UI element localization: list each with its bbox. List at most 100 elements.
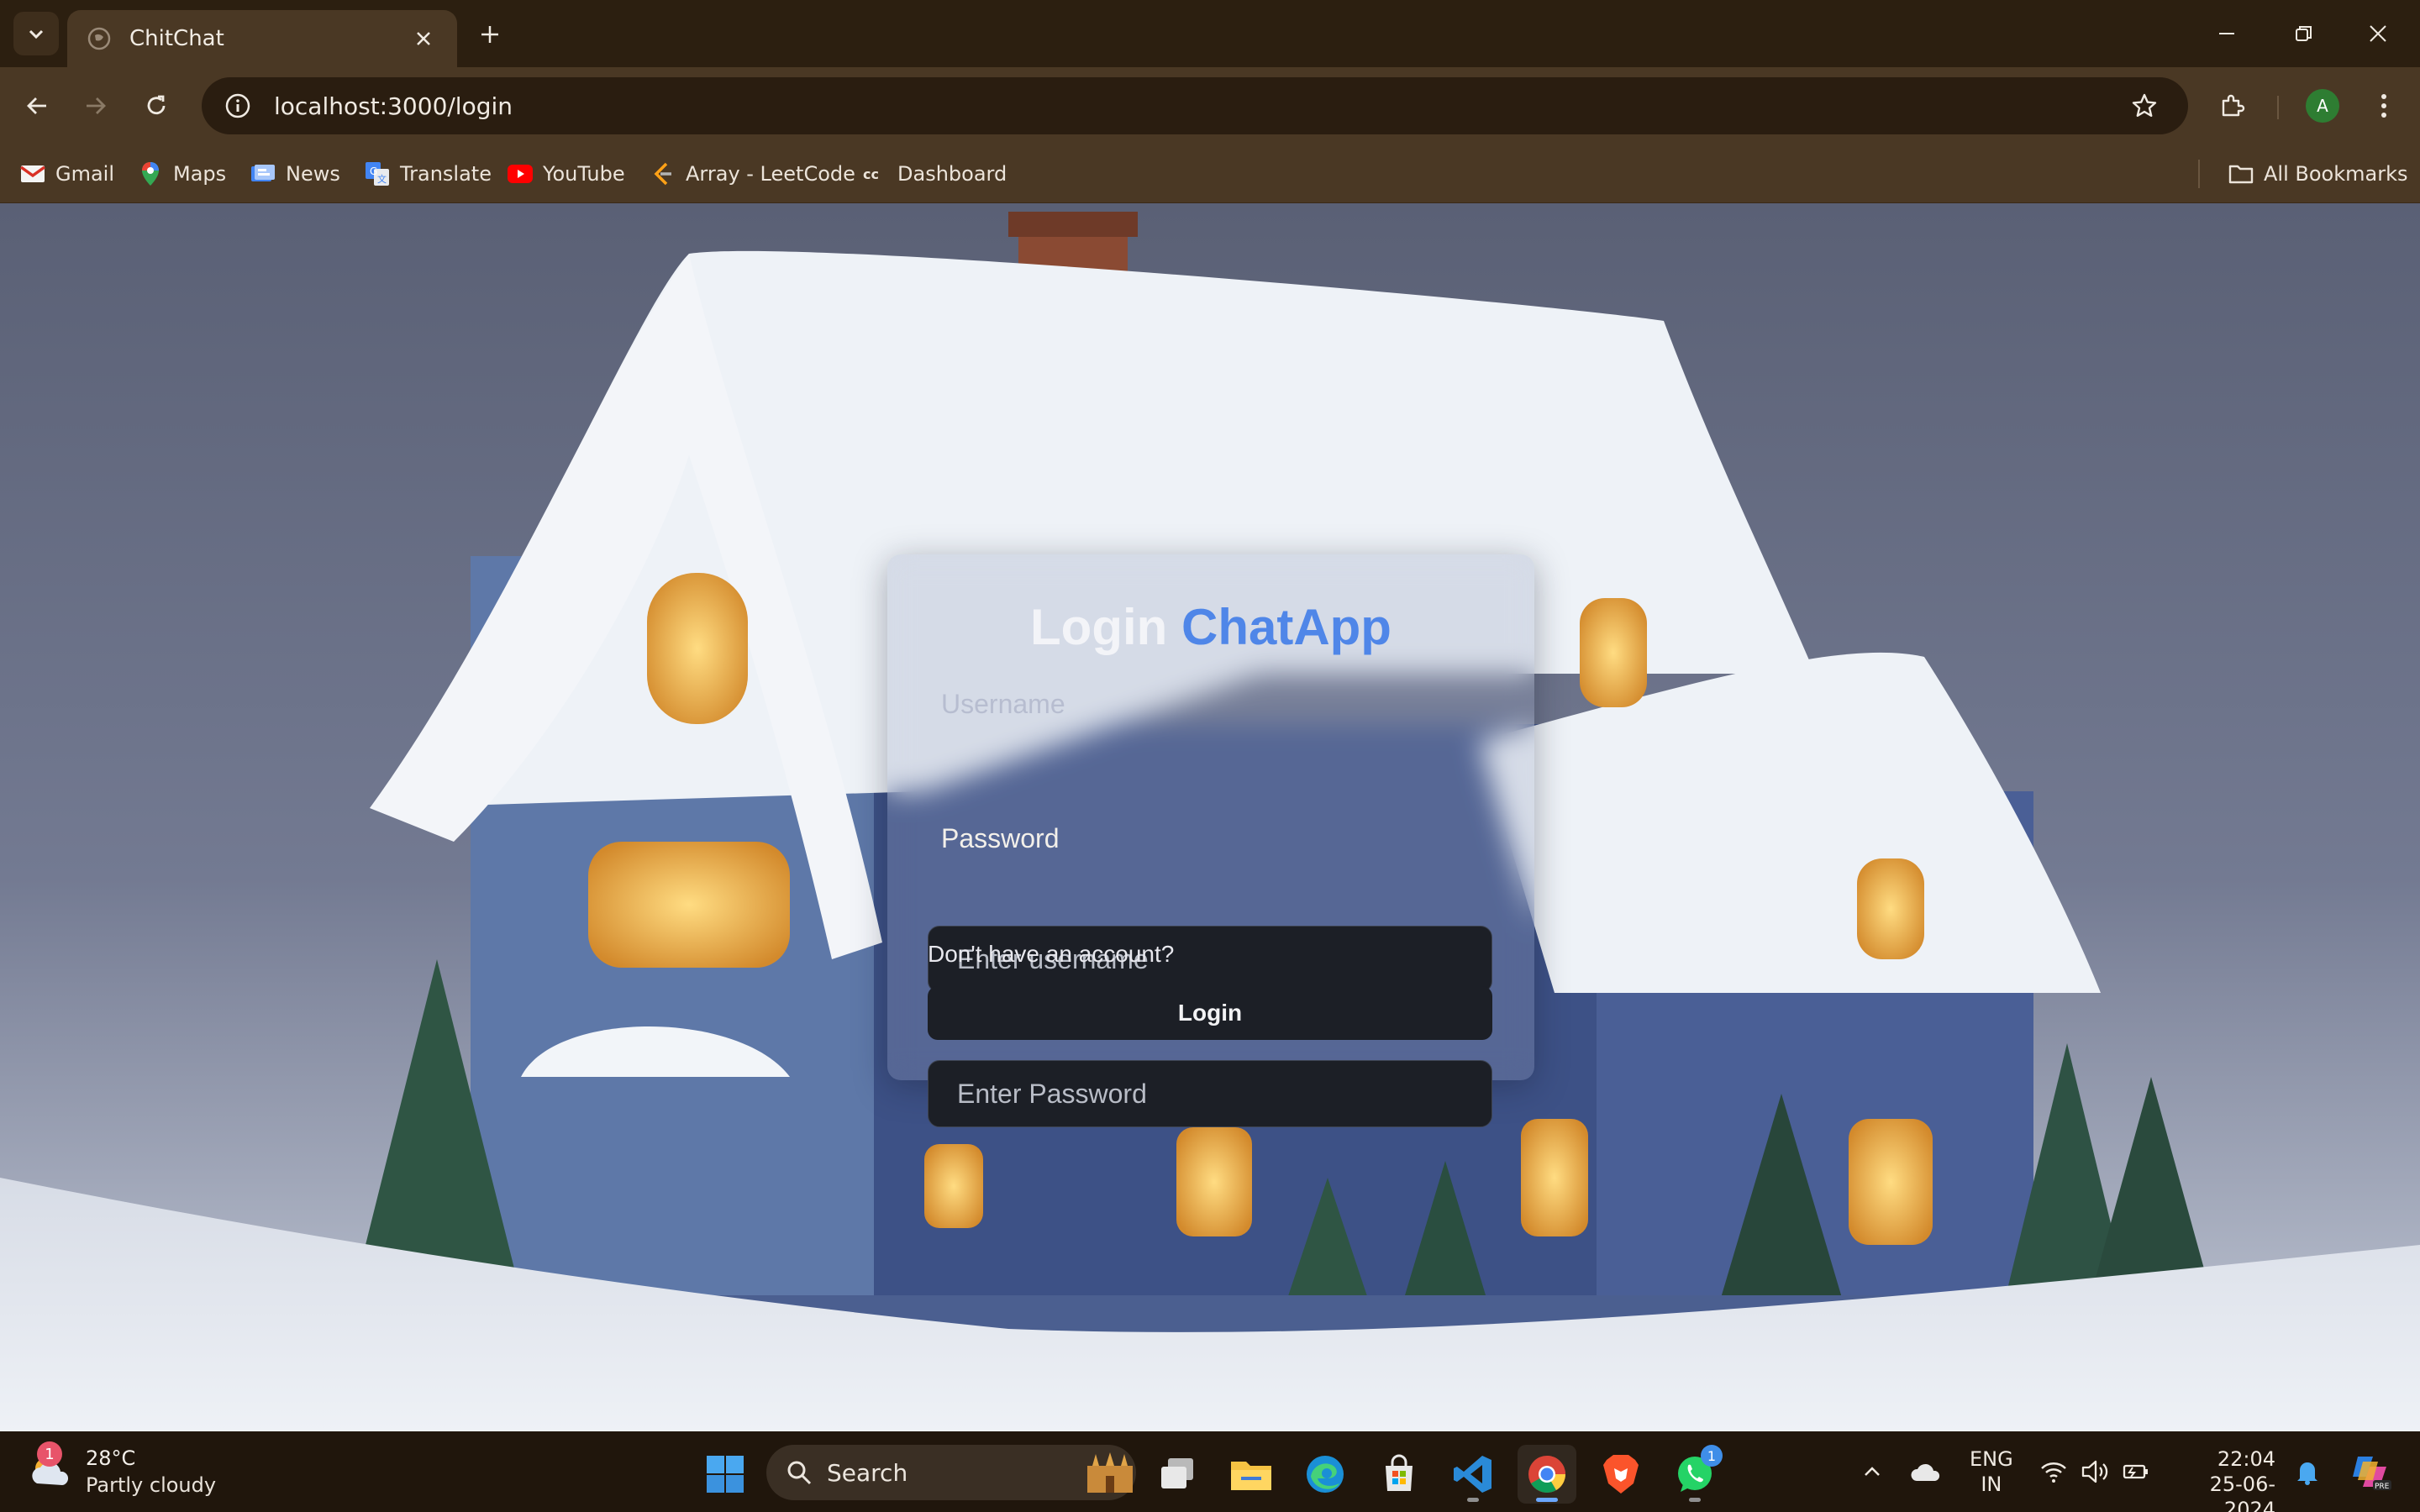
password-label: Password xyxy=(941,823,1060,853)
bookmark-label: Dashboard xyxy=(897,162,1007,186)
gmail-icon xyxy=(20,161,45,186)
bookmark-maps[interactable]: Maps xyxy=(131,155,233,193)
minimize-icon xyxy=(2219,33,2234,34)
close-icon xyxy=(2370,25,2386,42)
restore-button[interactable] xyxy=(2279,12,2329,55)
close-icon xyxy=(417,32,430,45)
svg-text:cc: cc xyxy=(863,166,879,182)
chevron-down-icon xyxy=(29,29,44,39)
copilot-button[interactable]: PRE xyxy=(2346,1453,2396,1491)
new-tab-button[interactable] xyxy=(471,15,509,54)
language-indicator[interactable]: ENG IN xyxy=(1970,1446,2013,1497)
svg-text:文: 文 xyxy=(377,173,387,185)
news-icon xyxy=(250,161,276,186)
bookmark-star-button[interactable] xyxy=(2123,84,2166,128)
tab-close-button[interactable] xyxy=(408,24,439,54)
browser-menu-button[interactable] xyxy=(2365,84,2403,128)
store-icon xyxy=(1386,1454,1413,1491)
toolbar-divider xyxy=(2277,96,2279,119)
edge-button[interactable] xyxy=(1296,1445,1355,1504)
all-bookmarks-button[interactable]: All Bookmarks xyxy=(2222,155,2414,193)
login-title-brand: ChatApp xyxy=(1181,599,1392,655)
bookmarks-divider xyxy=(2198,160,2200,188)
bookmark-label: Array - LeetCode xyxy=(686,162,855,186)
bookmark-label: News xyxy=(286,162,340,186)
bell-icon xyxy=(2297,1462,2317,1485)
store-button[interactable] xyxy=(1370,1445,1428,1504)
bookmark-translate[interactable]: G文 Translate xyxy=(358,155,498,193)
puzzle-icon xyxy=(2222,94,2245,117)
weather-widget[interactable]: 1 28°C Partly cloudy xyxy=(25,1441,217,1500)
bookmark-leetcode[interactable]: Array - LeetCode xyxy=(644,155,862,193)
bookmark-label: Maps xyxy=(173,162,227,186)
reload-button[interactable] xyxy=(134,84,178,128)
address-bar[interactable]: localhost:3000/login xyxy=(202,77,2188,134)
login-title: Login ChatApp xyxy=(887,598,1534,656)
brave-icon xyxy=(1603,1455,1639,1494)
bookmark-gmail[interactable]: Gmail xyxy=(13,155,121,193)
chrome-icon xyxy=(1528,1456,1565,1493)
notifications-button[interactable] xyxy=(2289,1453,2326,1490)
bookmarks-bar: Gmail Maps News G文 Translate YouTube Arr… xyxy=(0,144,2420,203)
weather-temperature: 28°C xyxy=(86,1446,136,1470)
brave-button[interactable] xyxy=(1591,1445,1650,1504)
windows-taskbar: 1 28°C Partly cloudy Search 1 ENG IN 22:… xyxy=(0,1431,2420,1512)
language-code: ENG xyxy=(1970,1447,2013,1471)
battery-icon xyxy=(2123,1464,2148,1479)
profile-avatar[interactable]: A xyxy=(2306,89,2339,123)
copilot-icon: PRE xyxy=(2353,1457,2391,1491)
wifi-icon xyxy=(2041,1462,2066,1483)
whatsapp-button[interactable]: 1 xyxy=(1665,1445,1724,1504)
signup-link[interactable]: Don't have an account? xyxy=(928,941,1174,968)
language-region: IN xyxy=(1981,1473,2002,1496)
weather-icon: 1 xyxy=(25,1441,72,1495)
onedrive-button[interactable] xyxy=(1907,1453,1944,1490)
title-bar: ChitChat xyxy=(0,0,2420,67)
url-text[interactable]: localhost:3000/login xyxy=(274,92,2123,120)
restore-icon xyxy=(2296,26,2312,41)
close-window-button[interactable] xyxy=(2353,12,2403,55)
arrow-left-icon xyxy=(27,97,46,114)
arrow-right-icon xyxy=(87,97,106,114)
battery-button[interactable] xyxy=(2118,1453,2154,1490)
weather-badge: 1 xyxy=(37,1441,62,1467)
show-hidden-icons-button[interactable] xyxy=(1854,1453,1891,1490)
login-submit-button[interactable]: Login xyxy=(928,986,1492,1040)
bookmark-dashboard[interactable]: cc Dashboard xyxy=(855,155,1013,193)
bookmark-label: Translate xyxy=(400,162,492,186)
tab-search-button[interactable] xyxy=(13,12,59,55)
cloud-icon xyxy=(1911,1463,1940,1481)
browser-tab[interactable]: ChitChat xyxy=(67,10,457,67)
running-indicator xyxy=(1536,1498,1558,1502)
codechef-icon: cc xyxy=(862,161,887,186)
minimize-button[interactable] xyxy=(2202,12,2252,55)
task-view-button[interactable] xyxy=(1148,1445,1207,1504)
network-button[interactable] xyxy=(2035,1453,2072,1490)
taskbar-clock[interactable]: 22:04 25-06-2024 xyxy=(2175,1446,2275,1512)
file-explorer-button[interactable] xyxy=(1222,1445,1281,1504)
running-indicator xyxy=(1689,1498,1701,1502)
svg-text:G: G xyxy=(370,165,377,177)
login-title-prefix: Login xyxy=(1030,599,1168,655)
weather-condition: Partly cloudy xyxy=(86,1473,217,1497)
reload-icon xyxy=(147,95,166,115)
bookmark-youtube[interactable]: YouTube xyxy=(501,155,632,193)
browser-toolbar: localhost:3000/login A xyxy=(0,67,2420,144)
extensions-button[interactable] xyxy=(2210,84,2254,128)
vscode-button[interactable] xyxy=(1444,1445,1502,1504)
start-button[interactable] xyxy=(696,1445,755,1504)
back-button[interactable] xyxy=(15,84,59,128)
whatsapp-badge: 1 xyxy=(1701,1445,1723,1467)
more-vertical-icon xyxy=(2381,94,2386,118)
bookmark-news[interactable]: News xyxy=(244,155,347,193)
folder-icon xyxy=(2228,161,2254,186)
password-input[interactable] xyxy=(928,1060,1492,1127)
running-indicator xyxy=(1467,1498,1479,1502)
clock-time: 22:04 xyxy=(2217,1447,2275,1471)
chitchat-favicon-icon xyxy=(87,27,111,50)
taskbar-search[interactable]: Search xyxy=(766,1445,1136,1500)
forward-button[interactable] xyxy=(74,84,118,128)
site-info-button[interactable] xyxy=(222,90,254,122)
chrome-button[interactable] xyxy=(1518,1445,1576,1504)
volume-button[interactable] xyxy=(2077,1453,2114,1490)
